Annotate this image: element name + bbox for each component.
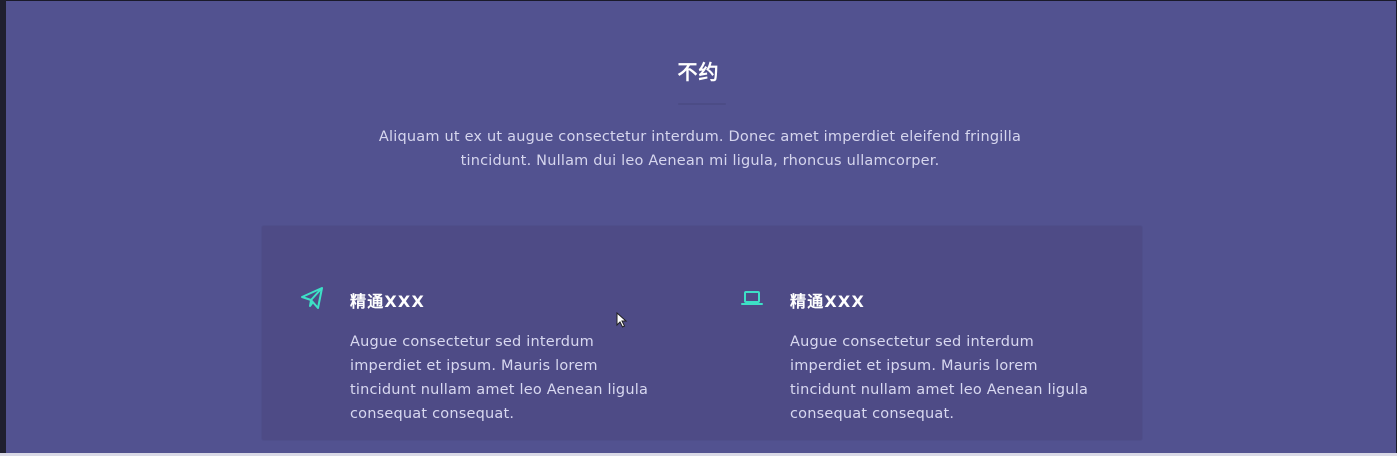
- title-divider: [678, 103, 726, 105]
- feature-heading: 精通XXX: [350, 292, 426, 311]
- feature-description: Augue consectetur sed interdum imperdiet…: [350, 334, 649, 422]
- paper-plane-icon: [300, 286, 324, 310]
- section-intro: Aliquam ut ex ut augue consectetur inter…: [378, 129, 1022, 169]
- feature-description: Augue consectetur sed interdum imperdiet…: [790, 334, 1089, 422]
- feature-card: 精通XXX Augue consectetur sed interdum imp…: [702, 226, 1142, 440]
- mouse-cursor-icon: [616, 311, 628, 328]
- section-title: 不约: [677, 60, 720, 84]
- feature-card: 精通XXX Augue consectetur sed interdum imp…: [262, 226, 702, 440]
- features-panel: 精通XXX Augue consectetur sed interdum imp…: [262, 226, 1142, 440]
- feature-heading: 精通XXX: [790, 292, 866, 311]
- laptop-icon: [740, 286, 764, 310]
